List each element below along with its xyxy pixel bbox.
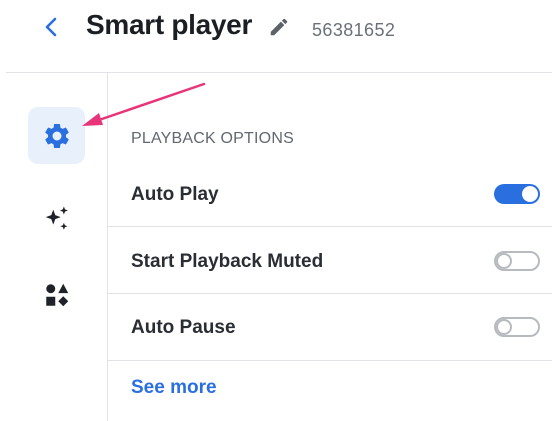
shapes-icon bbox=[45, 283, 68, 306]
option-label: Start Playback Muted bbox=[131, 251, 324, 272]
page-title: Smart player bbox=[86, 9, 253, 40]
header-divider bbox=[6, 72, 552, 73]
auto-play-toggle[interactable] bbox=[494, 184, 540, 204]
auto-pause-toggle[interactable] bbox=[494, 317, 540, 337]
chevron-left-icon bbox=[45, 17, 57, 37]
row-divider bbox=[108, 360, 552, 361]
option-row-auto-pause: Auto Pause bbox=[108, 294, 552, 360]
sidebar-item-elements[interactable] bbox=[28, 266, 85, 323]
option-row-auto-play: Auto Play bbox=[108, 161, 552, 227]
see-more-link[interactable]: See more bbox=[131, 377, 217, 399]
player-id: 56381652 bbox=[312, 20, 396, 40]
sidebar-item-ai-features[interactable] bbox=[28, 190, 85, 247]
toggle-knob bbox=[522, 186, 538, 202]
sparkles-icon bbox=[45, 206, 68, 230]
pencil-icon bbox=[270, 18, 288, 36]
option-label: Auto Pause bbox=[131, 317, 236, 338]
start-muted-toggle[interactable] bbox=[494, 251, 540, 271]
option-row-start-muted: Start Playback Muted bbox=[108, 227, 552, 293]
sidebar-item-settings[interactable] bbox=[28, 107, 85, 164]
option-label: Auto Play bbox=[131, 184, 219, 205]
toggle-knob bbox=[496, 319, 512, 335]
back-button[interactable] bbox=[38, 14, 64, 40]
toggle-knob bbox=[496, 253, 512, 269]
gear-icon bbox=[44, 123, 69, 148]
section-heading: PLAYBACK OPTIONS bbox=[131, 130, 294, 147]
page-header: Smart player 56381652 bbox=[0, 0, 552, 70]
edit-title-button[interactable] bbox=[266, 14, 292, 40]
